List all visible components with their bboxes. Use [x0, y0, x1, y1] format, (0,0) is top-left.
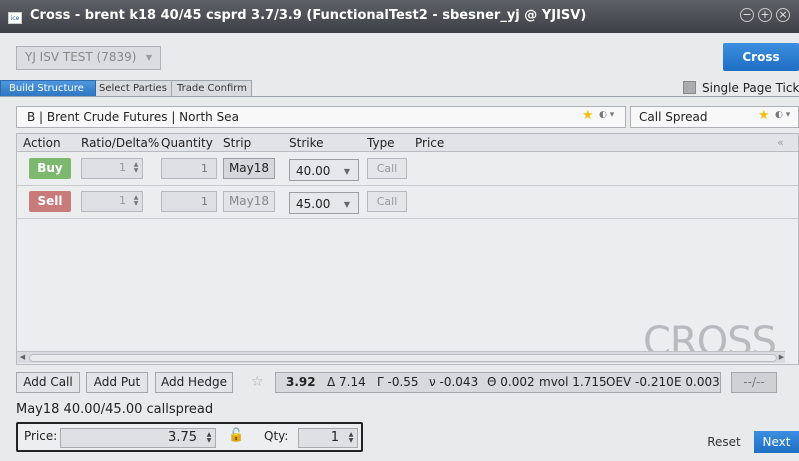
column-header-quantity: Quantity [161, 136, 213, 150]
ratio-value: 1 [119, 194, 126, 207]
leg-row: Sell 1 ▲ ▼ 1 May18 45.00 ▼ Call [17, 186, 798, 219]
buy-button[interactable]: Buy [29, 158, 71, 179]
greeks-bar: 3.92 Δ 7.14 Γ -0.55 ν -0.043 Θ 0.002 mvo… [275, 372, 721, 393]
min-max-display: --/-- [731, 372, 777, 393]
leg-row: Buy 1 ▲ ▼ 1 May18 40.00 ▼ Call [17, 153, 798, 186]
column-header-type: Type [367, 136, 395, 150]
tab-trade-confirm[interactable]: Trade Confirm [168, 80, 252, 96]
price-label: Price: [24, 429, 58, 443]
tabs-row: Trade Confirm Select Parties Build Struc… [0, 80, 799, 96]
window-title: Cross - brent k18 40/45 csprd 3.7/3.9 (F… [30, 8, 587, 23]
cross-button[interactable]: Cross [723, 43, 799, 71]
column-header-action: Action [23, 136, 61, 150]
column-header-strike: Strike [289, 136, 324, 150]
ratio-input[interactable]: 1 ▲ ▼ [81, 158, 143, 179]
ratio-value: 1 [119, 161, 126, 174]
stepper-icon[interactable]: ▲ ▼ [205, 432, 213, 444]
add-put-button[interactable]: Add Put [86, 372, 148, 393]
type-select[interactable]: Call [367, 158, 407, 179]
reset-button[interactable]: Reset [700, 431, 748, 453]
add-hedge-button[interactable]: Add Hedge [155, 372, 233, 393]
chevron-down-icon: ▼ [145, 53, 152, 62]
column-header-ratio: Ratio/Delta% [81, 136, 160, 150]
qty-label: Qty: [264, 429, 289, 443]
stepper-icon[interactable]: ▲ ▼ [347, 432, 355, 444]
qty-input[interactable]: 1 ▲ ▼ [298, 428, 358, 448]
chevron-down-icon: ▼ [343, 200, 350, 209]
favorite-star-icon[interactable]: ★ [758, 108, 770, 123]
account-select[interactable]: YJ ISV TEST (7839) ▼ [16, 46, 161, 70]
vega-value: ν -0.043 [429, 375, 479, 389]
sell-button[interactable]: Sell [29, 191, 71, 212]
ratio-input[interactable]: 1 ▲ ▼ [81, 191, 143, 212]
favorites-dropdown-icon[interactable]: ◐ ▾ [775, 110, 790, 120]
strike-select[interactable]: 45.00 ▼ [289, 192, 359, 214]
collapse-panel-icon[interactable]: « [777, 136, 784, 149]
strike-select[interactable]: 40.00 ▼ [289, 159, 359, 181]
tabs-divider [0, 96, 799, 97]
quantity-input[interactable]: 1 [161, 158, 217, 179]
mvol-value: mvol 1.715 [539, 375, 607, 389]
e-value: E 0.003 [674, 375, 720, 389]
legs-grid: Action Ratio/Delta% Quantity Strip Strik… [16, 133, 799, 365]
horizontal-scrollbar[interactable]: ◀ ▶ [17, 351, 785, 363]
order-entry-box: Price: 3.75 ▲ ▼ 🔓 Qty: 1 ▲ ▼ [16, 422, 363, 452]
theo-price: 3.92 [286, 375, 316, 389]
strip-select[interactable]: May18 [223, 191, 275, 212]
strike-value: 40.00 [296, 164, 331, 178]
price-value: 3.75 [168, 430, 197, 445]
column-header-price: Price [415, 136, 445, 150]
single-page-ticket-checkbox[interactable] [683, 81, 696, 94]
add-call-button[interactable]: Add Call [16, 372, 80, 393]
stepper-icon[interactable]: ▲ ▼ [132, 195, 140, 207]
tab-build-structure[interactable]: Build Structure [0, 80, 96, 96]
single-page-ticket-label: Single Page Ticket [702, 81, 799, 95]
maximize-icon[interactable]: + [758, 8, 772, 22]
account-select-value: YJ ISV TEST (7839) [25, 50, 137, 64]
next-button[interactable]: Next [754, 431, 799, 453]
scrollbar-thumb[interactable] [29, 354, 777, 362]
star-outline-icon[interactable]: ☆ [251, 374, 264, 390]
scroll-right-icon[interactable]: ▶ [777, 353, 786, 362]
price-input[interactable]: 3.75 ▲ ▼ [60, 428, 216, 448]
strip-select[interactable]: May18 [223, 158, 275, 179]
grid-header: Action Ratio/Delta% Quantity Strip Strik… [17, 134, 798, 152]
type-select[interactable]: Call [367, 191, 407, 212]
app-icon: ice [8, 12, 22, 24]
lock-icon[interactable]: 🔓 [228, 428, 244, 443]
structure-summary: May18 40.00/45.00 callspread [16, 402, 214, 417]
oev-value: OEV -0.210 [606, 375, 674, 389]
tab-select-parties[interactable]: Select Parties [90, 80, 172, 96]
scroll-left-icon[interactable]: ◀ [18, 353, 27, 362]
theta-value: Θ 0.002 [487, 375, 535, 389]
product-select[interactable]: B | Brent Crude Futures | North Sea [16, 106, 626, 128]
strike-value: 45.00 [296, 197, 331, 211]
delta-value: Δ 7.14 [327, 375, 366, 389]
favorite-star-icon[interactable]: ★ [582, 108, 594, 123]
stepper-icon[interactable]: ▲ ▼ [132, 162, 140, 174]
qty-value: 1 [330, 430, 339, 445]
product-select-value: B | Brent Crude Futures | North Sea [27, 110, 239, 124]
window-title-bar: ice Cross - brent k18 40/45 csprd 3.7/3.… [0, 0, 799, 33]
close-icon[interactable]: × [776, 8, 790, 22]
strategy-select-value: Call Spread [639, 110, 708, 124]
gamma-value: Γ -0.55 [377, 375, 419, 389]
minimize-icon[interactable]: − [740, 8, 754, 22]
favorites-dropdown-icon[interactable]: ◐ ▾ [599, 110, 614, 120]
chevron-down-icon: ▼ [343, 167, 350, 176]
quantity-input[interactable]: 1 [161, 191, 217, 212]
column-header-strip: Strip [223, 136, 252, 150]
strategy-select[interactable]: Call Spread [630, 106, 799, 128]
